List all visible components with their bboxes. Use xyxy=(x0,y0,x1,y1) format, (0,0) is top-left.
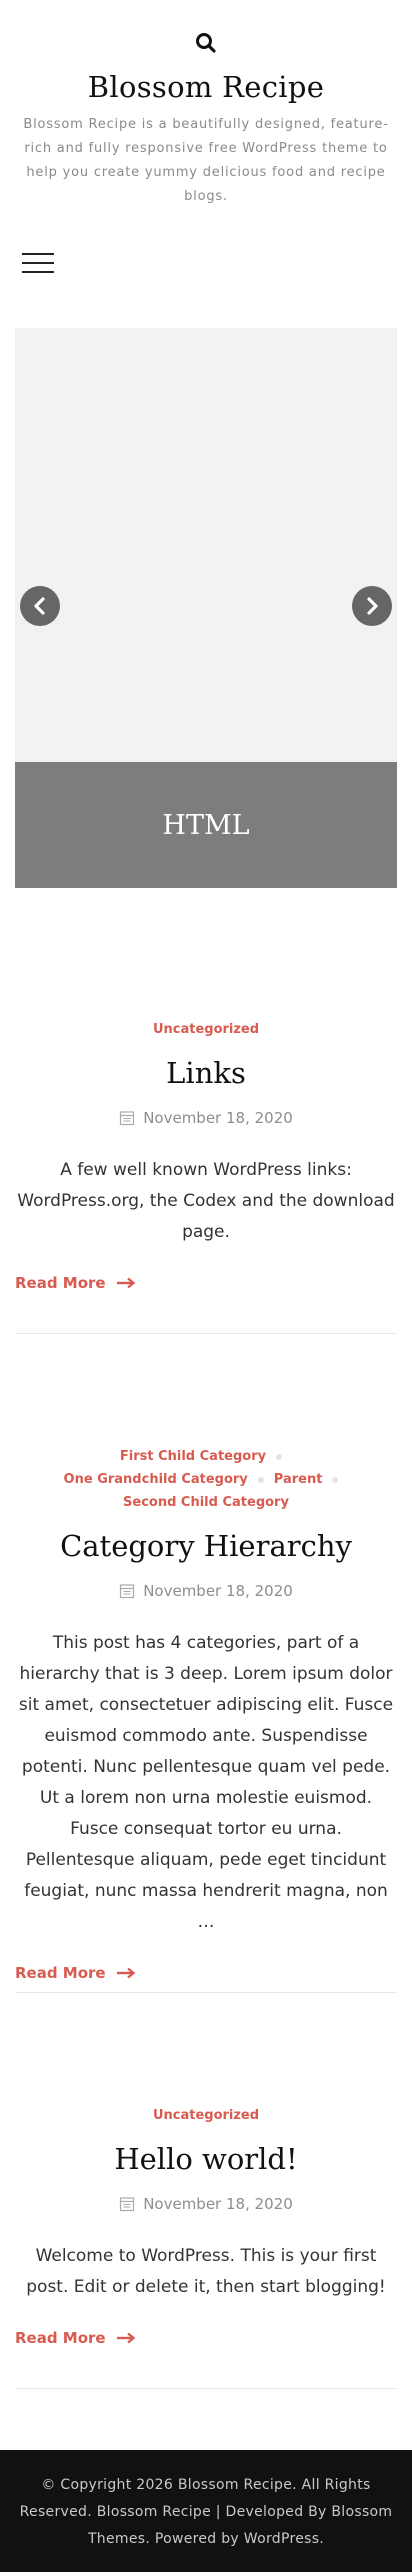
separator-dot xyxy=(332,1476,339,1483)
post-category-hierarchy: First Child Category One Grandchild Cate… xyxy=(15,1445,397,1982)
arrow-right-icon xyxy=(116,1277,136,1289)
category-link[interactable]: One Grandchild Category xyxy=(64,1472,248,1487)
post-hello-world: Uncategorized Hello world! November 18, … xyxy=(15,2104,397,2347)
post-excerpt: This post has 4 categories, part of a hi… xyxy=(18,1633,394,1932)
footer-theme-credit: Blossom Recipe | Developed By xyxy=(96,2504,327,2520)
separator-dot xyxy=(276,1453,283,1460)
chevron-right-icon xyxy=(367,597,378,615)
arrow-right-icon xyxy=(116,1967,136,1979)
site-header: Blossom Recipe Blossom Recipe is a beaut… xyxy=(0,0,412,300)
post-title[interactable]: Links xyxy=(15,1053,397,1093)
calendar-icon xyxy=(120,1584,135,1599)
post-date: November 18, 2020 xyxy=(15,1109,397,1127)
post-divider xyxy=(15,1333,397,1334)
slider-prev-button[interactable] xyxy=(20,586,60,626)
hamburger-icon-bar xyxy=(22,271,54,273)
search-button[interactable] xyxy=(193,30,219,56)
post-title[interactable]: Hello world! xyxy=(15,2139,397,2179)
slide-caption[interactable]: HTML xyxy=(15,762,397,888)
read-more-link[interactable]: Read More xyxy=(15,1964,397,1982)
read-more-link[interactable]: Read More xyxy=(15,1274,397,1292)
category-link[interactable]: Uncategorized xyxy=(153,2108,259,2123)
separator-dot xyxy=(257,1476,264,1483)
post-date: November 18, 2020 xyxy=(15,2195,397,2213)
post-categories: Uncategorized xyxy=(15,1018,397,1041)
post-date-text[interactable]: November 18, 2020 xyxy=(143,1109,293,1127)
post-date-text[interactable]: November 18, 2020 xyxy=(143,1582,293,1600)
search-icon xyxy=(196,33,216,53)
read-more-label: Read More xyxy=(15,1964,106,1982)
read-more-link[interactable]: Read More xyxy=(15,2329,397,2347)
calendar-icon xyxy=(120,1111,135,1126)
chevron-left-icon xyxy=(34,597,45,615)
post-divider xyxy=(15,1992,397,1993)
site-description: Blossom Recipe is a beautifully designed… xyxy=(23,117,389,204)
category-link[interactable]: Second Child Category xyxy=(123,1495,289,1510)
post-title[interactable]: Category Hierarchy xyxy=(15,1526,397,1566)
calendar-icon xyxy=(120,2197,135,2212)
category-link[interactable]: Uncategorized xyxy=(153,1022,259,1037)
read-more-label: Read More xyxy=(15,1274,106,1292)
post-excerpt: A few well known WordPress links: WordPr… xyxy=(17,1160,395,1242)
site-title[interactable]: Blossom Recipe xyxy=(0,70,412,104)
hamburger-icon-bar xyxy=(22,262,54,264)
category-link[interactable]: Parent xyxy=(274,1472,323,1487)
site-footer: © Copyright 2026 Blossom Recipe. All Rig… xyxy=(0,2450,412,2572)
post-categories: First Child Category One Grandchild Cate… xyxy=(15,1445,397,1514)
footer-powered-by: Powered by xyxy=(154,2531,239,2547)
wordpress-link[interactable]: WordPress. xyxy=(244,2531,324,2547)
category-link[interactable]: First Child Category xyxy=(120,1449,266,1464)
arrow-right-icon xyxy=(116,2332,136,2344)
slider-next-button[interactable] xyxy=(352,586,392,626)
post-divider xyxy=(15,2388,397,2389)
post-date-text[interactable]: November 18, 2020 xyxy=(143,2195,293,2213)
featured-slider: HTML xyxy=(15,328,397,888)
hamburger-icon-bar xyxy=(22,253,54,255)
post-excerpt: Welcome to WordPress. This is your first… xyxy=(26,2246,386,2297)
post-links: Uncategorized Links November 18, 2020 A … xyxy=(15,1018,397,1292)
read-more-label: Read More xyxy=(15,2329,106,2347)
post-categories: Uncategorized xyxy=(15,2104,397,2127)
menu-toggle-button[interactable] xyxy=(22,253,54,273)
post-date: November 18, 2020 xyxy=(15,1582,397,1600)
